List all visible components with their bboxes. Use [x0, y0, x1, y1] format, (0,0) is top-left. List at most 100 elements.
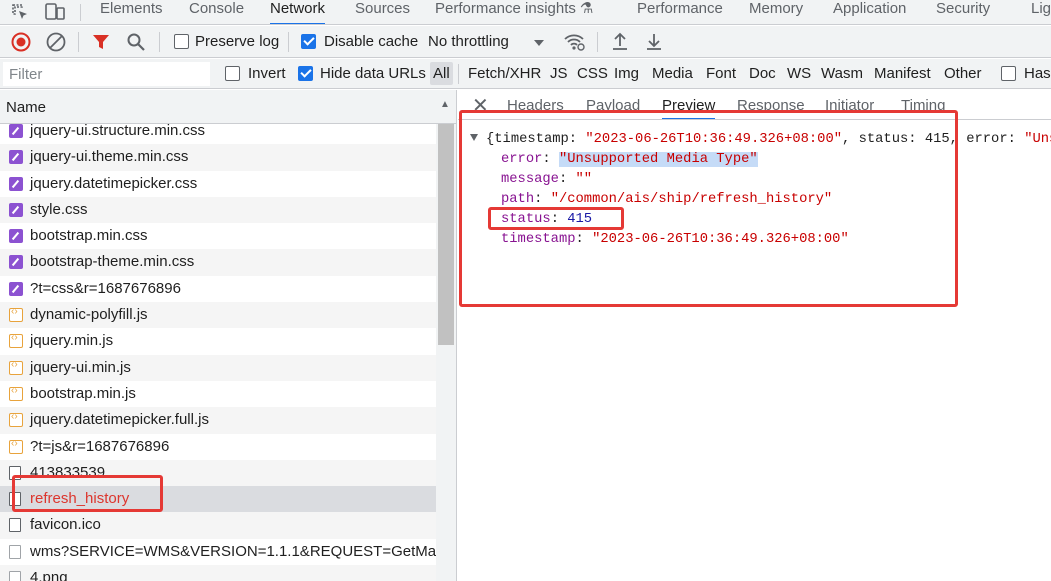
filter-type-img[interactable]: Img	[614, 65, 639, 82]
table-row[interactable]: jquery.datetimepicker.css	[0, 171, 436, 197]
stylesheet-icon	[9, 150, 23, 165]
network-conditions-icon[interactable]	[562, 31, 586, 57]
tab-performance-insights[interactable]: Performance insights ⚗	[435, 0, 594, 24]
table-row[interactable]: wms?SERVICE=WMS&VERSION=1.1.1&REQUEST=Ge…	[0, 539, 436, 565]
tab-lighthouse[interactable]: Lig	[1031, 0, 1051, 24]
disable-cache-label: Disable cache	[324, 33, 419, 50]
json-field-status[interactable]: status: 415	[501, 210, 592, 230]
filter-type-font[interactable]: Font	[706, 65, 736, 82]
stylesheet-icon	[9, 281, 23, 296]
preserve-log-checkbox[interactable]	[174, 34, 189, 49]
request-name: 413833539	[30, 463, 106, 481]
close-icon[interactable]: ✕	[472, 93, 489, 118]
sort-ascending-icon[interactable]: ▲	[440, 99, 450, 110]
filter-type-doc[interactable]: Doc	[749, 65, 776, 82]
tab-performance[interactable]: Performance	[637, 0, 723, 24]
throttling-select[interactable]: No throttling	[428, 33, 509, 50]
json-field-message[interactable]: message: ""	[501, 170, 592, 190]
table-row[interactable]: jquery-ui.min.js	[0, 354, 436, 381]
tab-elements[interactable]: Elements	[100, 0, 163, 24]
request-name: jquery-ui.min.js	[30, 358, 131, 376]
tab-application[interactable]: Application	[833, 0, 906, 24]
table-row[interactable]: jquery.datetimepicker.full.js	[0, 407, 436, 434]
filter-type-wasm[interactable]: Wasm	[821, 65, 863, 82]
filter-funnel-icon[interactable]	[91, 32, 111, 56]
script-icon	[9, 355, 23, 375]
table-row[interactable]: bootstrap-theme.min.css	[0, 249, 436, 276]
filter-type-css[interactable]: CSS	[577, 65, 608, 82]
request-name: jquery.datetimepicker.css	[30, 174, 198, 192]
json-summary-tail: "Uns	[1024, 132, 1051, 147]
filter-type-js[interactable]: JS	[550, 65, 568, 82]
scrollbar-thumb[interactable]	[438, 124, 454, 345]
document-icon	[9, 465, 21, 480]
json-field-timestamp[interactable]: timestamp: "2023-06-26T10:36:49.326+08:0…	[501, 230, 849, 250]
filter-type-other[interactable]: Other	[944, 65, 982, 82]
table-row[interactable]: refresh_history	[0, 486, 436, 513]
tab-payload[interactable]: Payload	[586, 97, 640, 114]
has-blocked-cookies-checkbox[interactable]	[1001, 66, 1016, 81]
search-icon[interactable]	[126, 32, 146, 56]
json-key: path	[501, 192, 535, 207]
hide-data-urls-checkbox[interactable]	[298, 66, 313, 81]
table-row[interactable]: 4.png	[0, 565, 436, 581]
filter-type-media[interactable]: Media	[652, 65, 693, 82]
flask-icon: ⚗	[579, 0, 594, 17]
json-key: status	[501, 212, 551, 227]
tab-timing[interactable]: Timing	[901, 97, 945, 114]
document-icon	[9, 518, 21, 533]
record-icon[interactable]	[10, 31, 32, 57]
stylesheet-icon	[9, 176, 23, 191]
json-summary-prefix: {timestamp:	[486, 132, 586, 147]
tabbar-divider	[80, 4, 81, 21]
clear-icon[interactable]	[45, 31, 67, 57]
name-column-header[interactable]: Name	[6, 99, 46, 116]
script-icon	[9, 302, 23, 323]
filter-type-manifest[interactable]: Manifest	[874, 65, 931, 82]
table-row[interactable]: 413833539	[0, 459, 436, 487]
tab-headers[interactable]: Headers	[507, 97, 564, 114]
document-icon	[9, 492, 21, 507]
filter-type-ws[interactable]: WS	[787, 65, 811, 82]
request-name: ?t=js&r=1687676896	[30, 437, 170, 455]
toolbar-divider	[288, 32, 289, 52]
filter-type-fetch-xhr[interactable]: Fetch/XHR	[468, 65, 541, 82]
tab-response[interactable]: Response	[737, 97, 805, 114]
table-row[interactable]: style.css	[0, 196, 436, 224]
table-row[interactable]: jquery-ui.theme.min.css	[0, 144, 436, 171]
table-row[interactable]: jquery.min.js	[0, 328, 436, 354]
tab-security[interactable]: Security	[936, 0, 990, 24]
tab-console[interactable]: Console	[189, 0, 244, 24]
table-row[interactable]: bootstrap.min.css	[0, 223, 436, 249]
chevron-down-icon[interactable]	[533, 35, 545, 52]
table-row[interactable]: bootstrap.min.js	[0, 381, 436, 407]
disable-cache-checkbox[interactable]	[301, 34, 316, 49]
device-toolbar-icon[interactable]	[44, 2, 65, 22]
table-row[interactable]: ?t=css&r=1687676896	[0, 276, 436, 302]
json-field-error[interactable]: error: "Unsupported Media Type"	[501, 150, 758, 170]
json-field-path[interactable]: path: "/common/ais/ship/refresh_history"	[501, 190, 832, 210]
table-row[interactable]: favicon.ico	[0, 512, 436, 539]
tab-preview[interactable]: Preview	[662, 97, 716, 119]
tab-memory[interactable]: Memory	[749, 0, 803, 24]
inspect-element-icon[interactable]	[10, 2, 30, 22]
script-icon	[9, 381, 23, 401]
document-icon	[9, 544, 21, 559]
tab-initiator[interactable]: Initiator	[825, 97, 874, 114]
export-har-icon[interactable]	[644, 31, 664, 57]
table-row[interactable]: dynamic-polyfill.js	[0, 302, 436, 329]
import-har-icon[interactable]	[610, 31, 630, 57]
invert-checkbox[interactable]	[225, 66, 240, 81]
tab-sources[interactable]: Sources	[355, 0, 410, 24]
table-row[interactable]: ?t=js&r=1687676896	[0, 434, 436, 460]
hide-data-urls-label: Hide data URLs	[320, 65, 426, 82]
request-list: jquery-ui.structure.min.css jquery-ui.the…	[0, 90, 457, 581]
invert-label: Invert	[248, 65, 286, 82]
expand-triangle-icon[interactable]	[470, 134, 478, 141]
json-key: error	[501, 152, 543, 167]
filter-type-all[interactable]: All	[430, 62, 453, 85]
script-icon	[9, 434, 23, 454]
filter-input[interactable]	[3, 62, 210, 86]
tab-network[interactable]: Network	[270, 0, 326, 24]
json-value: "2023-06-26T10:36:49.326+08:00"	[592, 232, 849, 247]
